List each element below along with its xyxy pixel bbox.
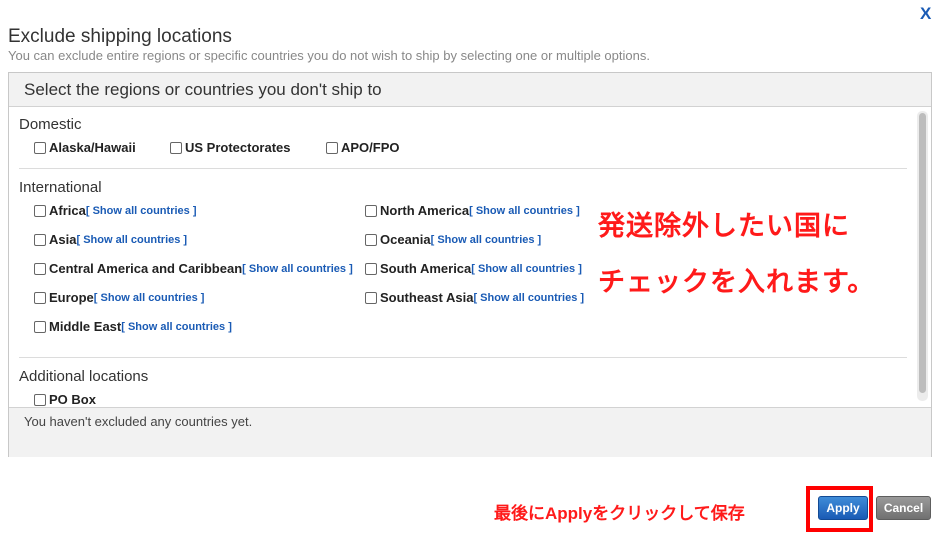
checkbox-po-box[interactable]: PO Box	[34, 392, 96, 407]
panel-header: Select the regions or countries you don'…	[9, 73, 931, 107]
annotation-apply-hint: 最後にApplyをクリックして保存	[494, 504, 745, 523]
section-divider	[19, 168, 907, 169]
dialog-subtitle: You can exclude entire regions or specif…	[8, 48, 650, 63]
section-domestic-title: Domestic	[19, 116, 82, 133]
cancel-button[interactable]: Cancel	[876, 496, 931, 520]
checkbox-box[interactable]	[34, 262, 46, 275]
exclusion-status-bar: You haven't excluded any countries yet.	[9, 407, 931, 457]
show-all-countries-link[interactable]: [ Show all countries ]	[86, 205, 197, 217]
checkbox-box[interactable]	[34, 320, 46, 333]
checkbox-southeast-asia[interactable]: Southeast Asia [ Show all countries ]	[365, 290, 584, 305]
checkbox-box[interactable]	[34, 204, 46, 217]
checkbox-alaska-hawaii[interactable]: Alaska/Hawaii	[34, 140, 136, 155]
option-label: Central America and Caribbean	[49, 261, 243, 276]
show-all-countries-link[interactable]: [ Show all countries ]	[431, 234, 542, 246]
option-label: South America	[380, 261, 472, 276]
option-label: Asia	[49, 232, 77, 247]
panel-heading: Select the regions or countries you don'…	[24, 80, 382, 99]
checkbox-box[interactable]	[170, 141, 182, 154]
checkbox-box[interactable]	[34, 233, 46, 246]
checkbox-central-america-caribbean[interactable]: Central America and Caribbean [ Show all…	[34, 261, 353, 276]
show-all-countries-link[interactable]: [ Show all countries ]	[473, 292, 584, 304]
checkbox-north-america[interactable]: North America [ Show all countries ]	[365, 203, 580, 218]
checkbox-oceania[interactable]: Oceania [ Show all countries ]	[365, 232, 541, 247]
checkbox-box[interactable]	[34, 141, 46, 154]
checkbox-box[interactable]	[365, 233, 377, 246]
option-label: Middle East	[49, 319, 122, 334]
dialog-title: Exclude shipping locations	[8, 26, 232, 47]
option-label: APO/FPO	[341, 140, 400, 155]
apply-button[interactable]: Apply	[818, 496, 868, 520]
checkbox-us-protectorates[interactable]: US Protectorates	[170, 140, 290, 155]
option-label: US Protectorates	[185, 140, 291, 155]
option-label: Alaska/Hawaii	[49, 140, 136, 155]
checkbox-middle-east[interactable]: Middle East [ Show all countries ]	[34, 319, 232, 334]
show-all-countries-link[interactable]: [ Show all countries ]	[471, 263, 582, 275]
checkbox-africa[interactable]: Africa [ Show all countries ]	[34, 203, 196, 218]
show-all-countries-link[interactable]: [ Show all countries ]	[76, 234, 187, 246]
close-icon[interactable]: X	[920, 4, 931, 24]
option-label: Europe	[49, 290, 94, 305]
section-additional-title: Additional locations	[19, 368, 149, 385]
show-all-countries-link[interactable]: [ Show all countries ]	[121, 321, 232, 333]
checkbox-asia[interactable]: Asia [ Show all countries ]	[34, 232, 187, 247]
checkbox-box[interactable]	[365, 291, 377, 304]
show-all-countries-link[interactable]: [ Show all countries ]	[94, 292, 205, 304]
section-international-title: International	[19, 179, 102, 196]
annotation-line-2: チェックを入れます。	[598, 267, 876, 297]
option-label: Oceania	[380, 232, 431, 247]
vertical-scrollbar[interactable]	[917, 111, 928, 401]
annotation-line-1: 発送除外したい国に	[598, 211, 850, 241]
section-divider	[19, 357, 907, 358]
checkbox-apo-fpo[interactable]: APO/FPO	[326, 140, 400, 155]
exclusion-status-text: You haven't excluded any countries yet.	[24, 414, 253, 429]
checkbox-box[interactable]	[34, 393, 46, 406]
checkbox-box[interactable]	[34, 291, 46, 304]
scrollable-options[interactable]: Domestic Alaska/Hawaii US Protectorates …	[9, 107, 931, 407]
checkbox-box[interactable]	[326, 141, 338, 154]
show-all-countries-link[interactable]: [ Show all countries ]	[242, 263, 353, 275]
show-all-countries-link[interactable]: [ Show all countries ]	[469, 205, 580, 217]
option-label: North America	[380, 203, 470, 218]
scrollbar-thumb[interactable]	[919, 113, 926, 393]
checkbox-box[interactable]	[365, 262, 377, 275]
option-label: Africa	[49, 203, 86, 218]
option-label: PO Box	[49, 392, 96, 407]
checkbox-box[interactable]	[365, 204, 377, 217]
checkbox-europe[interactable]: Europe [ Show all countries ]	[34, 290, 204, 305]
checkbox-south-america[interactable]: South America [ Show all countries ]	[365, 261, 582, 276]
option-label: Southeast Asia	[380, 290, 474, 305]
